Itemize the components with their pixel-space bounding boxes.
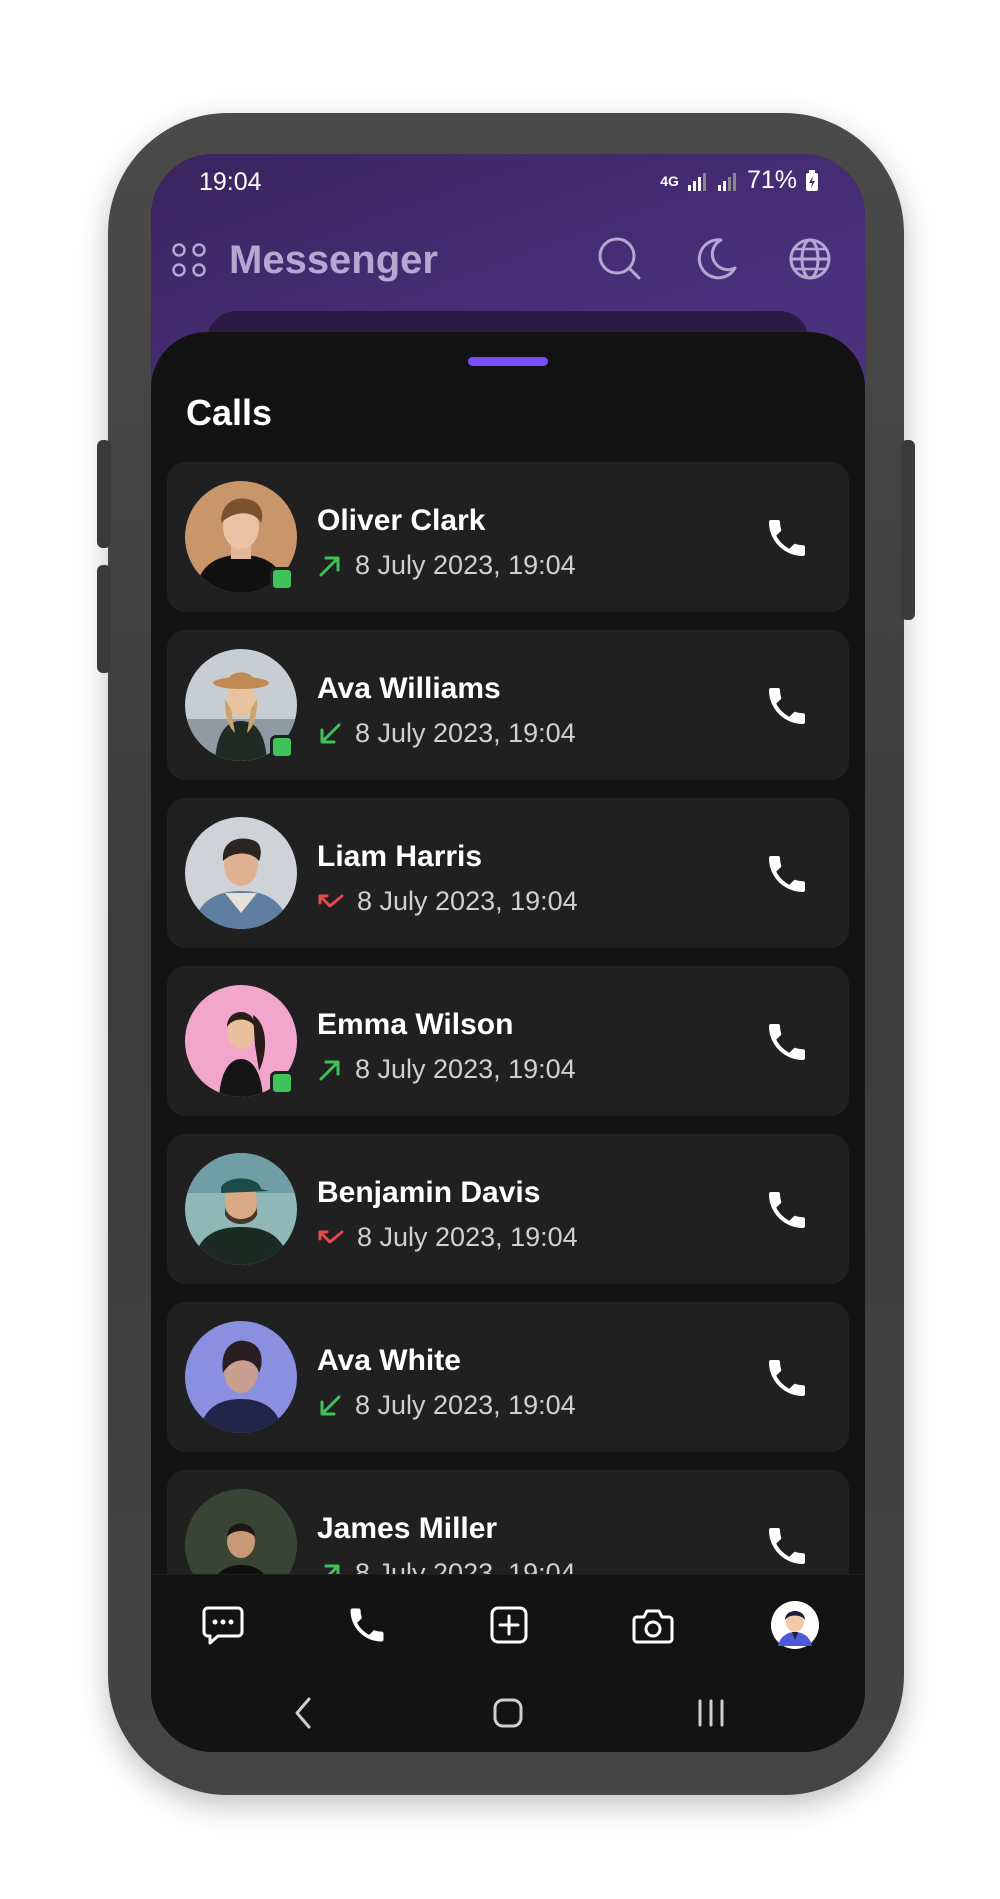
system-nav-bar (151, 1674, 865, 1752)
volume-up-button (97, 440, 111, 548)
call-time: 8 July 2023, 19:04 (355, 718, 576, 748)
calls-sheet: Calls Oliver Clark 8 July 2023, 19:04 Av… (151, 332, 865, 1752)
status-bar: 19:04 4G 71% (151, 154, 865, 214)
bottom-nav (151, 1574, 865, 1675)
network-type: 4G (660, 172, 679, 189)
nav-calls[interactable] (339, 1597, 395, 1653)
volume-down-button (97, 565, 111, 673)
caller-name: Liam Harris (317, 840, 483, 873)
phone-icon (350, 1608, 384, 1642)
globe-icon[interactable] (787, 236, 833, 282)
battery-icon (806, 169, 818, 191)
battery-percent: 71% (746, 166, 797, 194)
signal-icon (687, 172, 706, 191)
recents-icon (698, 1699, 724, 1727)
call-item[interactable]: Oliver Clark 8 July 2023, 19:04 (167, 462, 849, 612)
back-icon (295, 1697, 311, 1729)
call-time: 8 July 2023, 19:04 (355, 550, 576, 580)
missed-call-icon (318, 1230, 344, 1243)
status-time: 19:04 (199, 168, 262, 196)
online-indicator (270, 1071, 294, 1095)
incoming-call-icon (320, 1395, 341, 1415)
call-item[interactable]: Liam Harris 8 July 2023, 19:04 (167, 798, 849, 948)
call-item[interactable]: Ava White 8 July 2023, 19:04 (167, 1302, 849, 1452)
nav-chats[interactable] (195, 1597, 251, 1653)
signal-icon-2 (717, 172, 736, 191)
power-button (901, 440, 915, 620)
call-time: 8 July 2023, 19:04 (355, 1390, 576, 1420)
phone-call-button[interactable] (763, 1018, 811, 1066)
nav-new[interactable] (481, 1597, 537, 1653)
search-icon[interactable] (597, 236, 643, 282)
avatar (185, 1321, 297, 1433)
call-meta: 8 July 2023, 19:04 (317, 1390, 576, 1421)
call-item[interactable]: Ava Williams 8 July 2023, 19:04 (167, 630, 849, 780)
caller-name: Ava White (317, 1344, 461, 1377)
caller-name: Oliver Clark (317, 504, 486, 537)
avatar (185, 817, 297, 929)
home-icon (493, 1698, 523, 1728)
phone-screen: 19:04 4G 71% Messenger Calls Oliver Clar… (151, 154, 865, 1752)
phone-call-button[interactable] (763, 850, 811, 898)
app-title: Messenger (229, 238, 438, 282)
phone-call-button[interactable] (763, 1186, 811, 1234)
back-button[interactable] (279, 1688, 329, 1738)
caller-name: Benjamin Davis (317, 1176, 541, 1209)
outgoing-call-icon (319, 556, 340, 576)
app-header: Messenger (151, 220, 865, 300)
phone-call-button[interactable] (763, 1354, 811, 1402)
phone-call-button[interactable] (763, 514, 811, 562)
call-meta: 8 July 2023, 19:04 (317, 550, 576, 581)
section-title: Calls (186, 392, 273, 433)
caller-name: James Miller (317, 1512, 498, 1545)
call-time: 8 July 2023, 19:04 (357, 886, 578, 916)
call-meta: 8 July 2023, 19:04 (317, 1222, 578, 1253)
phone-call-button[interactable] (763, 1522, 811, 1570)
call-meta: 8 July 2023, 19:04 (317, 1054, 576, 1085)
call-time: 8 July 2023, 19:04 (357, 1222, 578, 1252)
outgoing-call-icon (319, 1060, 340, 1080)
call-item[interactable]: Benjamin Davis 8 July 2023, 19:04 (167, 1134, 849, 1284)
caller-name: Ava Williams (317, 672, 501, 705)
avatar (185, 1153, 297, 1265)
moon-icon[interactable] (693, 236, 739, 282)
drag-handle[interactable] (468, 357, 548, 366)
add-icon (490, 1606, 528, 1644)
nav-camera[interactable] (625, 1597, 681, 1653)
call-meta: 8 July 2023, 19:04 (317, 718, 576, 749)
profile-avatar[interactable] (767, 1597, 823, 1653)
missed-call-icon (318, 894, 344, 907)
caller-name: Emma Wilson (317, 1008, 514, 1041)
call-item[interactable]: Emma Wilson 8 July 2023, 19:04 (167, 966, 849, 1116)
call-time: 8 July 2023, 19:04 (355, 1054, 576, 1084)
recents-button[interactable] (686, 1688, 736, 1738)
home-button[interactable] (483, 1688, 533, 1738)
chat-icon (202, 1606, 244, 1645)
apps-icon[interactable] (171, 242, 207, 278)
camera-icon (632, 1609, 674, 1644)
phone-call-button[interactable] (763, 682, 811, 730)
call-meta: 8 July 2023, 19:04 (317, 886, 578, 917)
online-indicator (270, 567, 294, 591)
incoming-call-icon (320, 723, 341, 743)
online-indicator (270, 735, 294, 759)
profile-avatar-icon (771, 1601, 819, 1649)
status-icons: 4G 71% (660, 166, 819, 195)
